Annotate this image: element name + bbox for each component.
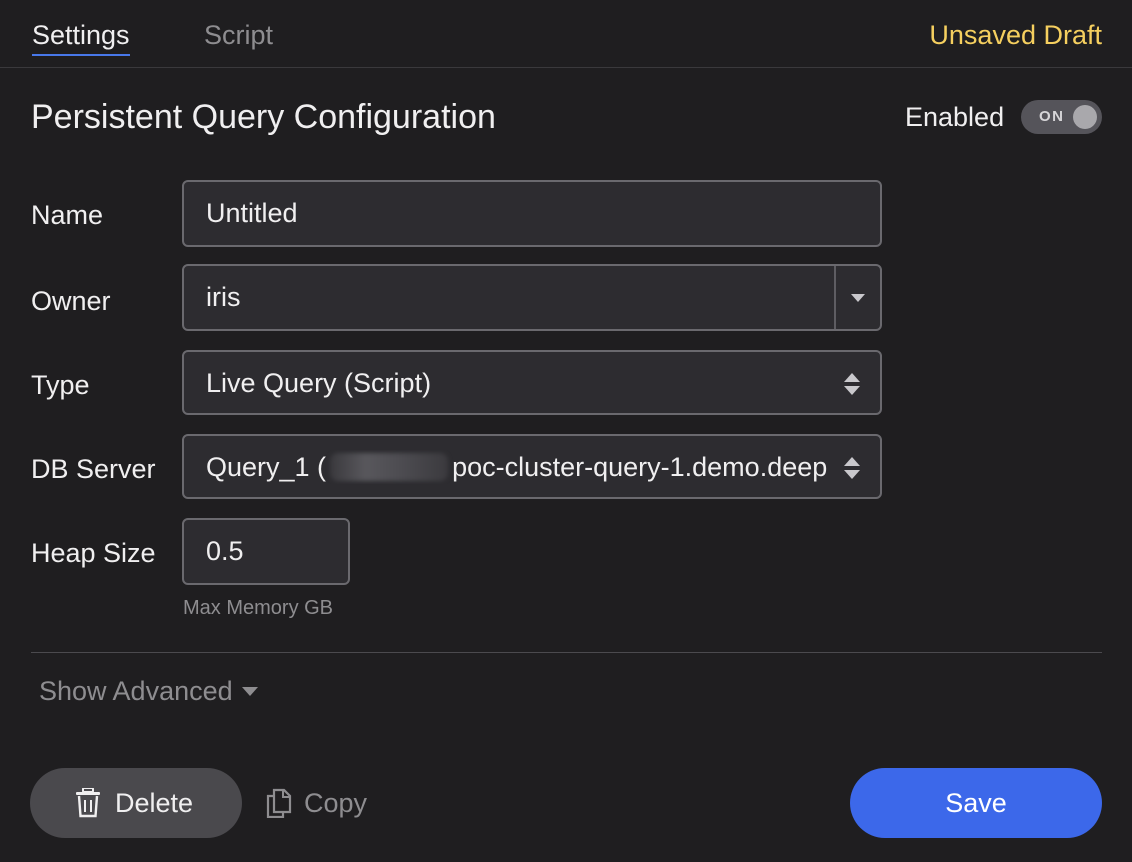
copy-label: Copy bbox=[304, 788, 368, 818]
tab-script[interactable]: Script bbox=[204, 18, 273, 52]
save-label: Save bbox=[945, 788, 1007, 818]
type-value: Live Query (Script) bbox=[206, 368, 432, 398]
type-label: Type bbox=[31, 370, 90, 400]
owner-value: iris bbox=[206, 282, 241, 312]
tab-bar: Settings Script Unsaved Draft bbox=[0, 0, 1132, 68]
toggle-knob bbox=[1073, 105, 1097, 129]
delete-label: Delete bbox=[115, 788, 194, 818]
tab-settings[interactable]: Settings bbox=[32, 18, 130, 56]
toggle-state-text: ON bbox=[1039, 108, 1065, 125]
heap-size-input[interactable]: 0.5 bbox=[182, 518, 350, 585]
draft-status: Unsaved Draft bbox=[929, 20, 1102, 50]
heap-size-value: 0.5 bbox=[206, 536, 244, 566]
trash-icon bbox=[76, 788, 100, 818]
redacted-text bbox=[330, 453, 449, 481]
delete-button[interactable]: Delete bbox=[30, 768, 242, 838]
copy-icon bbox=[266, 788, 292, 818]
name-input[interactable]: Untitled bbox=[182, 180, 882, 247]
db-server-value-suffix: poc-cluster-query-1.demo.deep bbox=[452, 452, 828, 482]
type-select[interactable]: Live Query (Script) bbox=[182, 350, 882, 415]
db-server-value: Query_1 ( poc-cluster-query-1.demo.deep bbox=[206, 450, 830, 484]
dropdown-divider bbox=[834, 266, 836, 329]
select-arrows-icon bbox=[844, 457, 860, 481]
show-advanced-toggle[interactable]: Show Advanced bbox=[39, 674, 258, 708]
owner-label: Owner bbox=[31, 286, 111, 316]
heap-size-label: Heap Size bbox=[31, 538, 156, 568]
enabled-label: Enabled bbox=[905, 102, 1005, 132]
heap-size-hint: Max Memory GB bbox=[183, 597, 334, 619]
enabled-toggle[interactable]: ON bbox=[1021, 100, 1102, 134]
save-button[interactable]: Save bbox=[850, 768, 1102, 838]
select-arrows-icon bbox=[844, 373, 860, 397]
section-divider bbox=[31, 652, 1102, 653]
show-advanced-label: Show Advanced bbox=[39, 676, 233, 706]
name-label: Name bbox=[31, 200, 104, 230]
db-server-label: DB Server bbox=[31, 454, 156, 484]
page-title: Persistent Query Configuration bbox=[31, 98, 496, 136]
db-server-select[interactable]: Query_1 ( poc-cluster-query-1.demo.deep bbox=[182, 434, 882, 499]
chevron-down-icon[interactable] bbox=[851, 294, 865, 302]
chevron-down-icon bbox=[241, 687, 258, 696]
db-server-value-prefix: Query_1 ( bbox=[206, 452, 327, 482]
name-value: Untitled bbox=[206, 198, 298, 228]
owner-combobox[interactable]: iris bbox=[182, 264, 882, 331]
